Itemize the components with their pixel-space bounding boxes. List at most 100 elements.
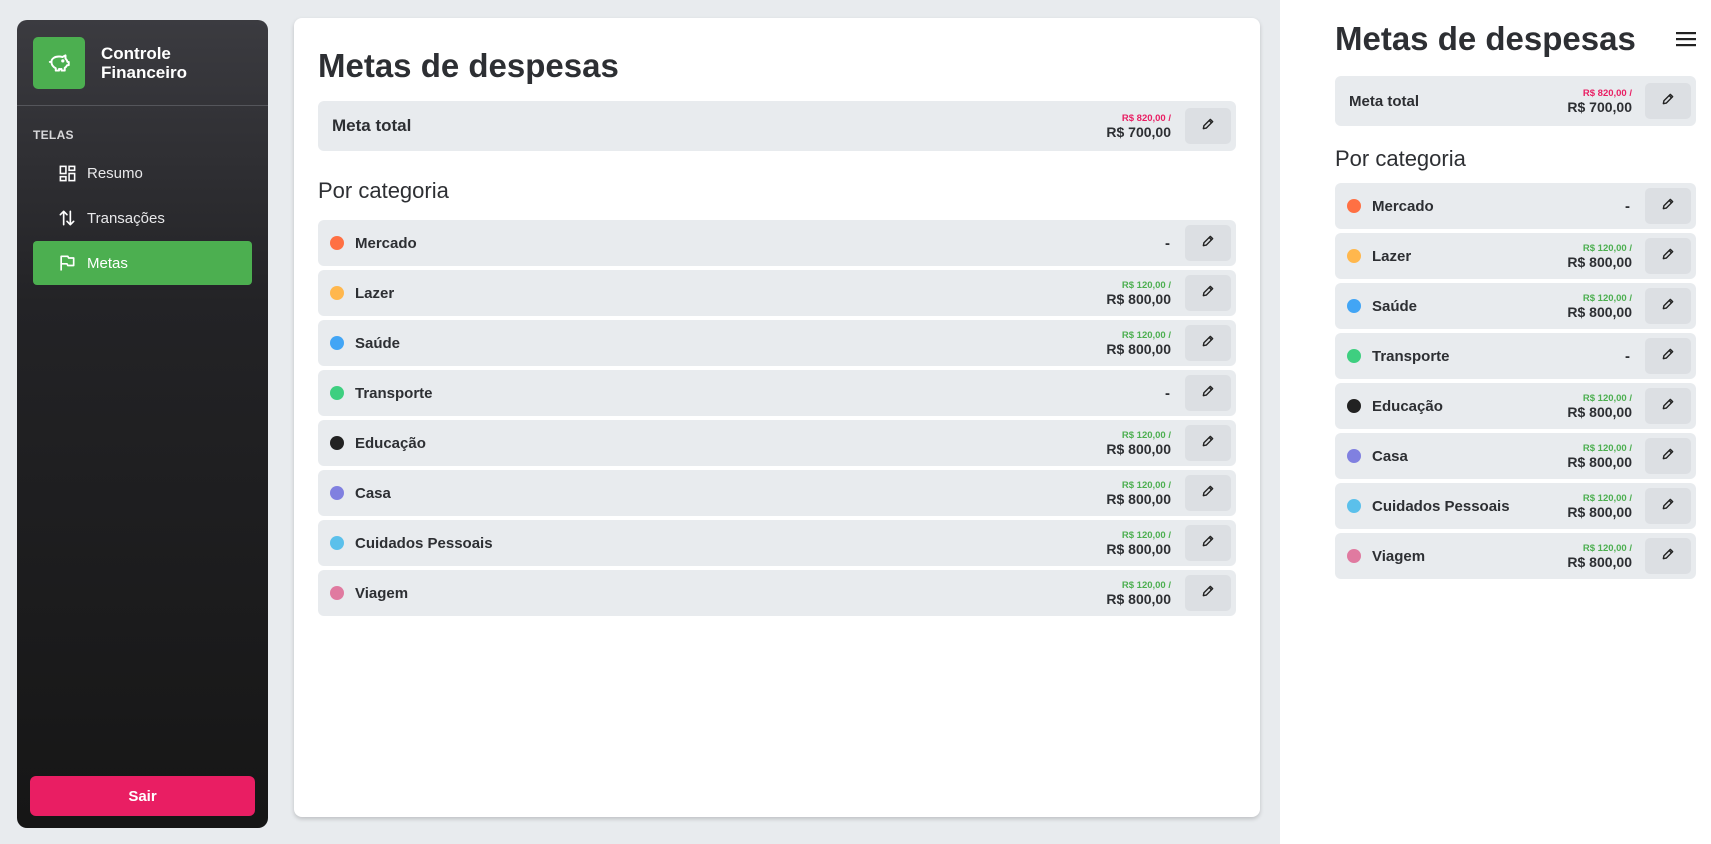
edit-category-goal-button[interactable] [1185, 225, 1231, 261]
edit-category-goal-button[interactable] [1645, 338, 1691, 374]
mobile-preview: Metas de despesas Meta total R$ 820,00 /… [1280, 0, 1711, 844]
mobile-page-title: Metas de despesas [1335, 20, 1636, 57]
category-row: Casa R$ 120,00 /R$ 800,00 [1335, 433, 1696, 479]
category-row: Mercado - [1335, 183, 1696, 229]
flag-icon [57, 253, 77, 273]
logout-button[interactable]: Sair [30, 776, 255, 816]
category-goal-empty: - [1165, 384, 1170, 402]
total-goal-label: Meta total [332, 116, 412, 135]
category-color-dot [1347, 449, 1361, 463]
pencil-icon [1201, 484, 1215, 503]
edit-category-goal-button[interactable] [1185, 525, 1231, 561]
category-row: Educação R$ 120,00 /R$ 800,00 [318, 420, 1236, 466]
category-list: Mercado - Lazer R$ 120,00 /R$ 800,00 Saúde R$… [318, 220, 1236, 616]
category-spent-value: R$ 120,00 / [1582, 242, 1632, 254]
transfer-arrows-icon [57, 208, 77, 228]
sidebar-item-label: Transações [87, 209, 165, 227]
edit-total-goal-button[interactable] [1645, 83, 1691, 119]
pencil-icon [1201, 384, 1215, 403]
pencil-icon [1661, 397, 1675, 416]
edit-category-goal-button[interactable] [1645, 238, 1691, 274]
edit-category-goal-button[interactable] [1185, 375, 1231, 411]
edit-category-goal-button[interactable] [1645, 188, 1691, 224]
pencil-icon [1661, 547, 1675, 566]
pencil-icon [1661, 447, 1675, 466]
pencil-icon [1661, 497, 1675, 516]
category-name: Mercado [355, 234, 417, 252]
category-name: Lazer [355, 284, 395, 302]
pencil-icon [1201, 234, 1215, 253]
category-spent-value: R$ 120,00 / [1121, 279, 1171, 291]
category-name: Viagem [355, 584, 409, 602]
category-color-dot [1347, 549, 1361, 563]
category-spent-value: R$ 120,00 / [1121, 579, 1171, 591]
category-color-dot [330, 286, 344, 300]
pencil-icon [1201, 334, 1215, 353]
sidebar-item-metas[interactable]: Metas [33, 241, 252, 285]
category-values: R$ 120,00 /R$ 800,00 [1567, 293, 1632, 320]
sidebar-item-transacoes[interactable]: Transações [33, 196, 252, 240]
category-name: Viagem [1372, 547, 1426, 565]
category-name: Casa [355, 484, 391, 502]
category-spent-value: R$ 120,00 / [1121, 429, 1171, 441]
category-row: Transporte - [318, 370, 1236, 416]
pencil-icon [1201, 434, 1215, 453]
edit-category-goal-button[interactable] [1185, 475, 1231, 511]
total-spent-value: R$ 820,00 / [1582, 87, 1632, 99]
edit-category-goal-button[interactable] [1645, 488, 1691, 524]
category-name: Casa [1372, 447, 1408, 465]
category-color-dot [1347, 249, 1361, 263]
total-goal-row: Meta total R$ 820,00 / R$ 700,00 [318, 101, 1236, 151]
category-color-dot [330, 386, 344, 400]
category-goal-empty: - [1165, 234, 1170, 252]
total-goal-values: R$ 820,00 / R$ 700,00 [1106, 113, 1171, 140]
piggy-bank-icon [33, 36, 85, 89]
category-spent-value: R$ 120,00 / [1582, 292, 1632, 304]
category-values: R$ 120,00 /R$ 800,00 [1106, 580, 1171, 607]
edit-category-goal-button[interactable] [1185, 575, 1231, 611]
category-name: Lazer [1372, 247, 1412, 265]
category-goal-value: R$ 800,00 [1106, 540, 1171, 557]
category-row: Educação R$ 120,00 /R$ 800,00 [1335, 383, 1696, 429]
app-name: Controle Financeiro [101, 43, 187, 82]
edit-category-goal-button[interactable] [1645, 538, 1691, 574]
category-goal-value: R$ 800,00 [1567, 553, 1632, 570]
edit-total-goal-button[interactable] [1185, 108, 1231, 144]
hamburger-menu-icon[interactable] [1674, 26, 1700, 52]
category-goal-value: R$ 800,00 [1567, 503, 1632, 520]
dashboard-icon [57, 163, 77, 183]
edit-category-goal-button[interactable] [1185, 275, 1231, 311]
sidebar: Controle Financeiro TELAS Resumo Transaç… [17, 20, 268, 828]
edit-category-goal-button[interactable] [1645, 288, 1691, 324]
sidebar-item-resumo[interactable]: Resumo [33, 151, 252, 195]
total-goal-values: R$ 820,00 / R$ 700,00 [1567, 88, 1632, 115]
category-name: Mercado [1372, 197, 1434, 215]
category-goal-value: R$ 800,00 [1106, 290, 1171, 307]
category-color-dot [1347, 399, 1361, 413]
category-spent-value: R$ 120,00 / [1582, 442, 1632, 454]
mobile-total-goal-row: Meta total R$ 820,00 / R$ 700,00 [1335, 76, 1696, 126]
category-name: Saúde [1372, 297, 1418, 315]
category-goal-empty: - [1625, 197, 1630, 215]
category-spent-value: R$ 120,00 / [1121, 329, 1171, 341]
category-row: Casa R$ 120,00 /R$ 800,00 [318, 470, 1236, 516]
category-goal-value: R$ 800,00 [1567, 253, 1632, 270]
pencil-icon [1661, 297, 1675, 316]
category-color-dot [330, 486, 344, 500]
pencil-icon [1201, 117, 1215, 136]
category-values: R$ 120,00 /R$ 800,00 [1567, 393, 1632, 420]
mobile-header: Metas de despesas [1335, 0, 1696, 76]
total-goal-label: Meta total [1349, 92, 1420, 110]
category-row: Viagem R$ 120,00 /R$ 800,00 [1335, 533, 1696, 579]
edit-category-goal-button[interactable] [1645, 388, 1691, 424]
edit-category-goal-button[interactable] [1185, 425, 1231, 461]
mobile-categories-title: Por categoria [1335, 146, 1466, 171]
category-row: Saúde R$ 120,00 /R$ 800,00 [318, 320, 1236, 366]
edit-category-goal-button[interactable] [1185, 325, 1231, 361]
pencil-icon [1201, 584, 1215, 603]
pencil-icon [1201, 284, 1215, 303]
edit-category-goal-button[interactable] [1645, 438, 1691, 474]
category-row: Transporte - [1335, 333, 1696, 379]
category-values: R$ 120,00 /R$ 800,00 [1106, 430, 1171, 457]
category-goal-value: R$ 800,00 [1567, 303, 1632, 320]
